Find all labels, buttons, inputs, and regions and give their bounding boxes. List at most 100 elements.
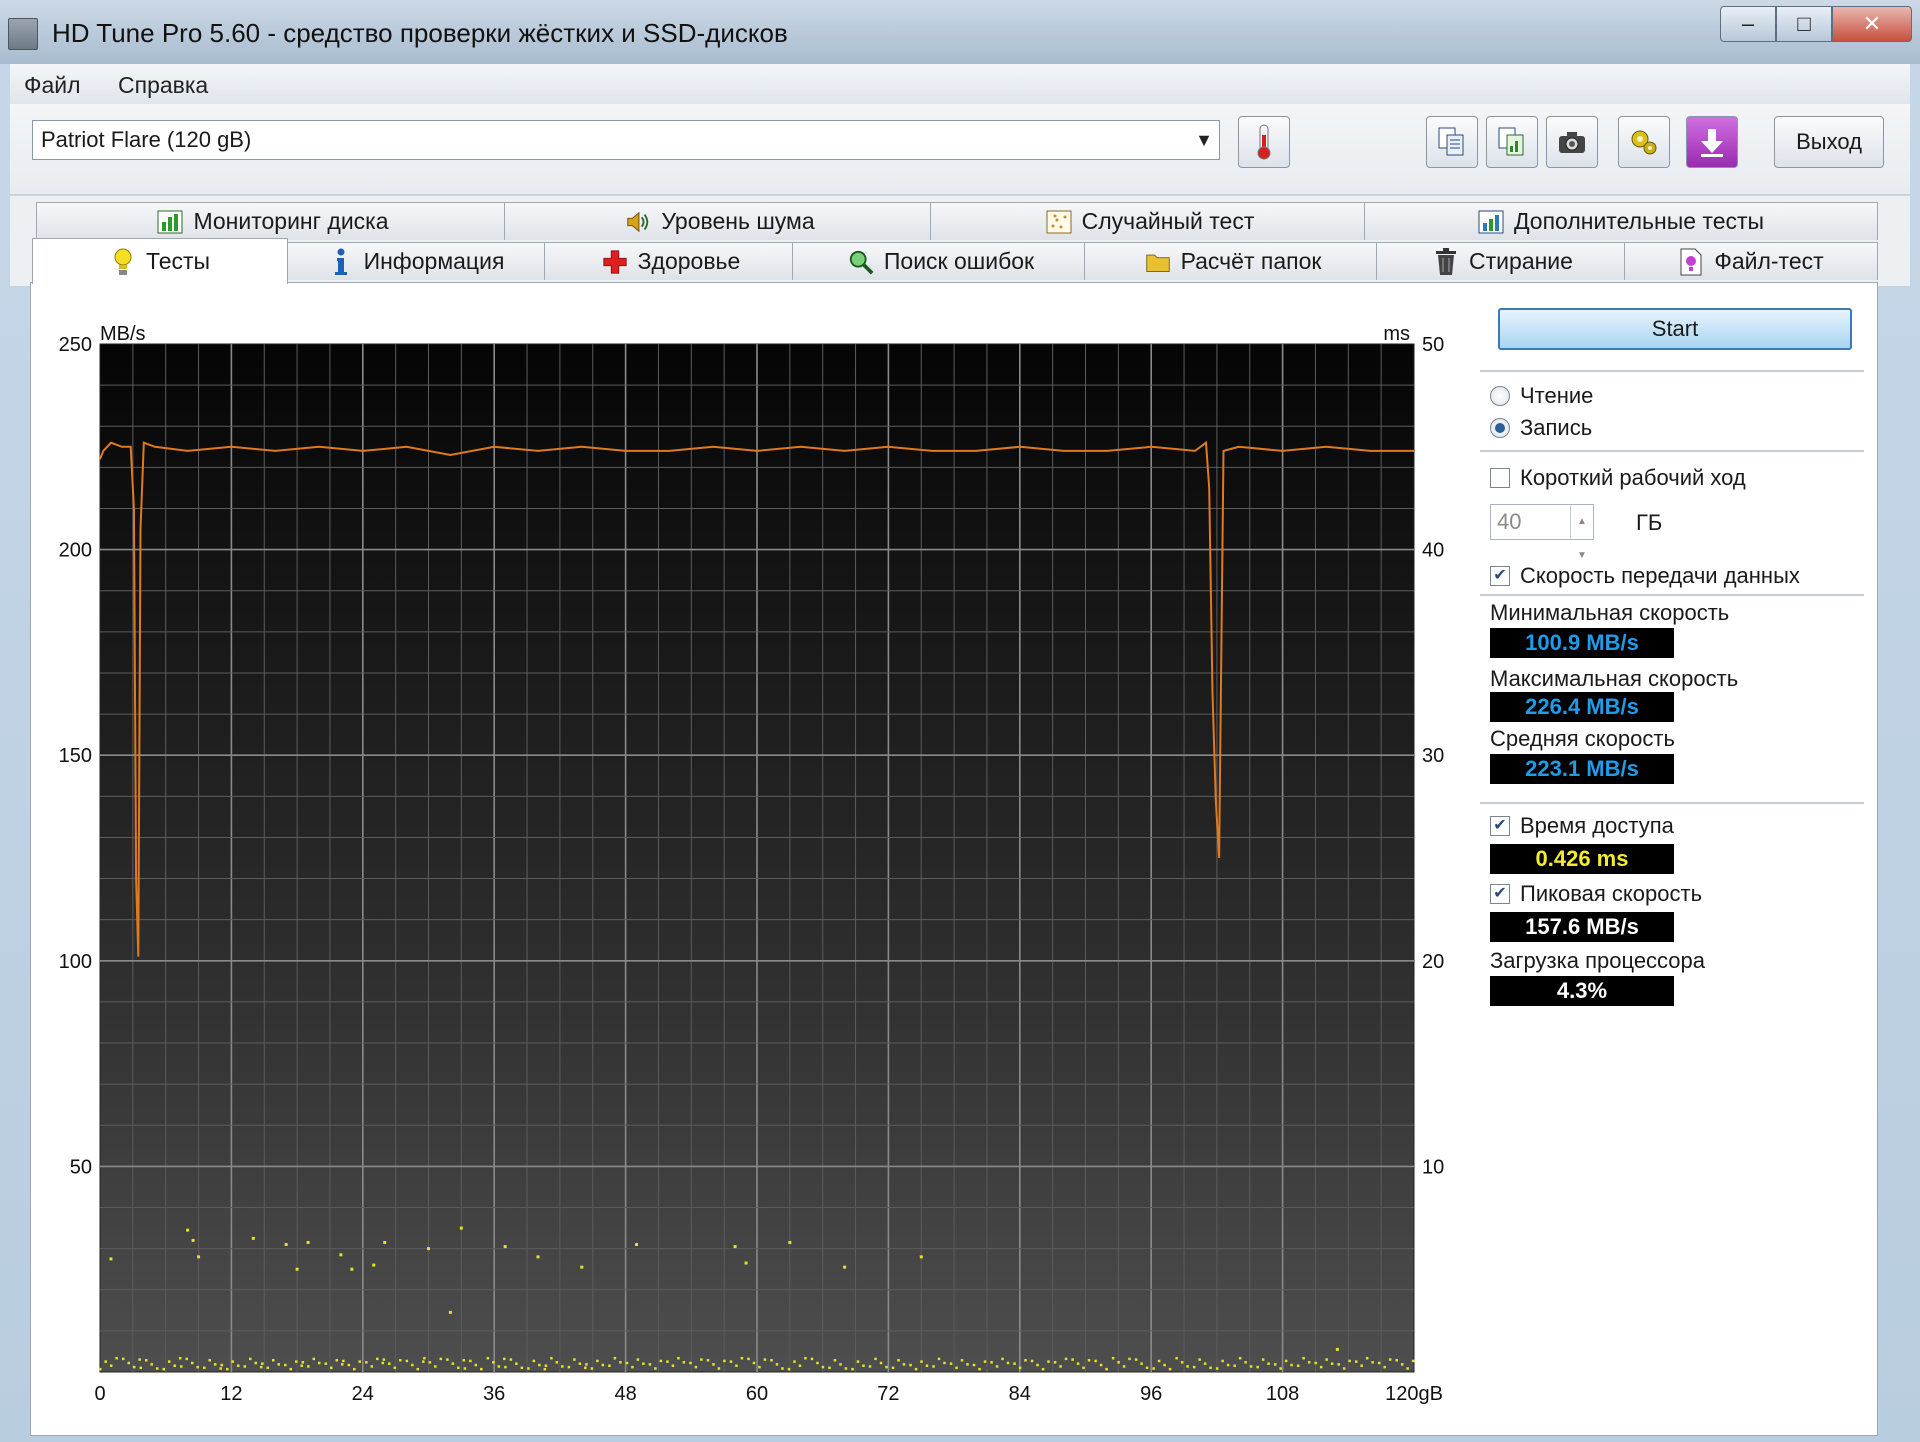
tab-tests[interactable]: Тесты [32,238,288,284]
x-tick-label: 36 [483,1383,505,1405]
access-time-point [1406,1367,1409,1370]
access-time-point [167,1360,171,1363]
access-time-point [839,1363,842,1366]
burst-rate-checkbox[interactable]: ✔ [1490,884,1510,904]
access-time-point [1186,1365,1189,1368]
access-time-point [480,1367,483,1371]
access-time-point [781,1367,784,1370]
access-time-point [503,1357,506,1361]
access-time-point [810,1357,814,1361]
access-time-point [405,1359,409,1363]
access-time-point [370,1365,374,1368]
access-time-point [1053,1361,1057,1364]
access-time-point [793,1360,796,1363]
access-time-point [550,1356,553,1360]
access-time-point [631,1365,634,1369]
spinner-arrows-icon[interactable]: ▲ ▼ [1570,505,1593,561]
access-time-point [411,1363,414,1367]
access-time-point [372,1263,376,1267]
access-time-point [1261,1358,1265,1361]
separator [1480,370,1864,372]
access-time-point [1377,1361,1381,1365]
access-time-point [1099,1363,1103,1367]
access-time-point [509,1358,513,1361]
access-time-point [1041,1367,1045,1371]
access-time-point [862,1364,865,1367]
access-time-point [1145,1366,1149,1370]
write-radio-row[interactable]: Запись [1490,414,1592,442]
access-time-point [350,1267,354,1271]
access-time-point [1030,1359,1034,1363]
access-time-point [1233,1364,1236,1367]
burst-rate-row[interactable]: ✔ Пиковая скорость [1490,880,1702,908]
y-right-tick-label: 10 [1422,1156,1444,1178]
access-time-point [723,1359,726,1363]
access-time-point [520,1366,524,1370]
short-stroke-checkbox[interactable] [1490,468,1510,488]
access-time-point [1342,1367,1346,1370]
access-time-point [446,1358,449,1361]
access-time-point [843,1265,847,1269]
access-time-point [347,1363,351,1367]
transfer-rate-checkbox[interactable]: ✔ [1490,566,1510,586]
access-time-point [1082,1366,1085,1370]
transfer-rate-row[interactable]: ✔ Скорость передачи данных [1490,562,1800,590]
access-time-point [879,1361,883,1365]
write-radio[interactable] [1490,418,1510,438]
tab-label: Тесты [145,248,211,274]
access-time-point [277,1363,280,1366]
access-time-point [162,1367,166,1371]
access-time-point [249,1357,252,1361]
access-time-point [1371,1361,1374,1364]
access-time-point [740,1356,744,1360]
avg-speed-label: Средняя скорость [1490,726,1675,751]
access-time-point [434,1365,437,1368]
access-time-point [503,1245,507,1249]
start-button[interactable]: Start [1498,308,1852,350]
access-time-row[interactable]: ✔ Время доступа [1490,812,1674,840]
access-time-point [925,1364,929,1367]
read-radio[interactable] [1490,386,1510,406]
access-time-checkbox[interactable]: ✔ [1490,816,1510,836]
access-time-point [132,1365,136,1369]
access-time-point [416,1367,420,1371]
x-tick-label: 60 [746,1383,768,1405]
access-time-point [191,1238,195,1242]
short-stroke-size-input[interactable]: 40 ▲ ▼ [1490,504,1594,561]
access-time-point [272,1359,275,1362]
short-stroke-row[interactable]: Короткий рабочий ход [1490,464,1746,492]
access-time-point [376,1357,379,1361]
access-time-point [266,1366,270,1370]
access-time-point [1105,1367,1108,1371]
access-time-point [486,1356,490,1360]
access-time-point [1076,1362,1080,1365]
access-time-point [527,1367,530,1370]
separator [1480,450,1864,452]
access-time-point [821,1365,825,1369]
max-speed-label: Максимальная скорость [1490,666,1739,691]
access-time-point [383,1240,387,1244]
access-time-label: Время доступа [1520,813,1674,838]
access-time-point [544,1364,548,1367]
access-time-point [902,1363,906,1366]
access-time-point [1134,1358,1138,1361]
access-time-point [365,1361,368,1364]
burst-rate-label: Пиковая скорость [1520,881,1703,906]
access-time-point [758,1365,761,1369]
access-time-point [186,1228,190,1232]
read-radio-row[interactable]: Чтение [1490,382,1593,410]
y-right-tick-label: 50 [1422,334,1444,356]
access-time-point [1279,1367,1282,1370]
access-time-point [295,1267,299,1271]
access-time-point [381,1361,385,1365]
access-time-point [1001,1357,1004,1361]
access-time-point [1071,1358,1074,1361]
access-time-point [990,1361,993,1364]
access-time-point [196,1365,199,1369]
access-time-point [284,1243,288,1247]
access-time-point [173,1364,176,1367]
access-time-point [469,1359,472,1363]
access-time-point [504,1365,507,1369]
access-time-point [694,1365,698,1369]
access-time-point [1330,1362,1334,1365]
